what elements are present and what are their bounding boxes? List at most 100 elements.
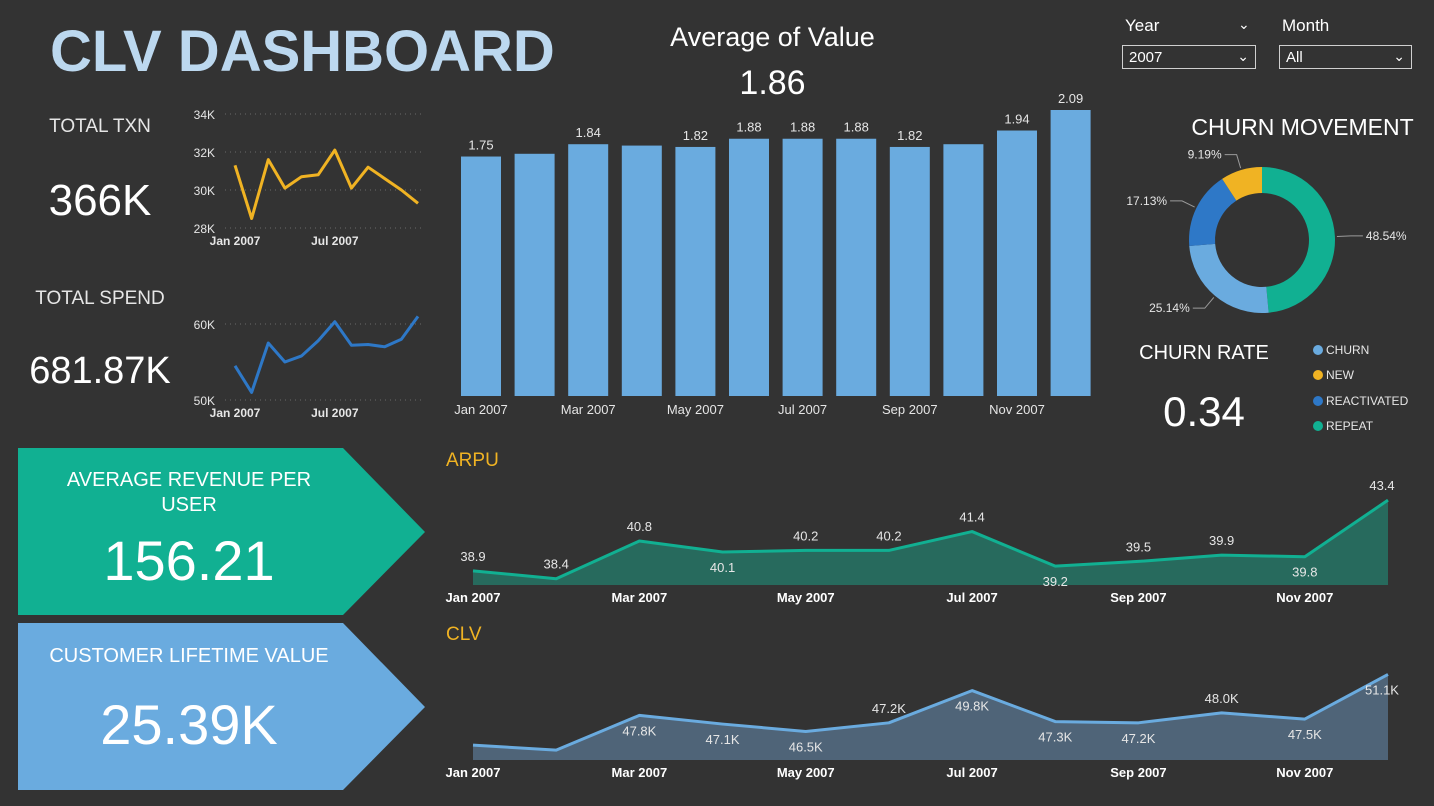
data-label: 39.8 <box>1292 565 1317 580</box>
clv-chart-title: CLV <box>446 624 482 645</box>
arpu-card-label: AVERAGE REVENUE PER USER <box>66 469 312 516</box>
legend-marker <box>1313 370 1323 380</box>
legend-marker <box>1313 345 1323 355</box>
avg-value-title: Average of Value <box>670 22 875 52</box>
slice-label: 9.19% <box>1188 150 1222 162</box>
churn-rate-value: 0.34 <box>1163 388 1245 435</box>
x-tick-label: Jul 2007 <box>311 234 359 248</box>
bar-data-label: 1.88 <box>790 120 815 135</box>
month-dropdown[interactable]: All ⌄ <box>1279 45 1412 69</box>
x-tick-label: Jan 2007 <box>446 590 501 605</box>
bar <box>568 144 609 396</box>
area-fill <box>473 500 1388 585</box>
total-txn-label: TOTAL TXN <box>49 116 151 137</box>
clv-card-value: 25.39K <box>100 693 278 756</box>
data-label: 49.8K <box>955 699 989 714</box>
bar <box>675 146 716 396</box>
legend-label: REACTIVATED <box>1326 394 1409 408</box>
legend-label: CHURN <box>1326 343 1370 357</box>
x-tick-label: Mar 2007 <box>561 402 616 417</box>
data-label: 38.9 <box>460 549 485 564</box>
legend-item-reactivated[interactable]: REACTIVATED <box>1313 394 1408 408</box>
x-tick-label: Nov 2007 <box>989 402 1045 417</box>
bar <box>514 153 555 396</box>
data-label: 47.1K <box>706 732 740 747</box>
x-tick-label: Mar 2007 <box>612 590 668 605</box>
churn-movement-donut: 48.54% 25.14% 17.13% 9.19% <box>1126 150 1407 315</box>
donut-slice <box>1189 243 1269 313</box>
chevron-down-icon: ⌄ <box>1393 48 1405 64</box>
data-label: 39.5 <box>1126 539 1151 554</box>
x-tick-label: Jul 2007 <box>778 402 827 417</box>
chevron-down-icon: ⌄ <box>1237 48 1249 64</box>
bar-data-label: 2.09 <box>1058 91 1083 106</box>
year-dropdown[interactable]: 2007 ⌄ <box>1122 45 1256 69</box>
data-label: 39.2 <box>1043 574 1068 589</box>
x-tick-label: Mar 2007 <box>612 765 668 780</box>
legend-item-new[interactable]: NEW <box>1313 368 1354 382</box>
bar <box>621 145 662 396</box>
year-collapse-icon[interactable]: ⌄ <box>1238 16 1250 33</box>
bar-data-label: 1.88 <box>736 120 761 135</box>
data-label: 47.8K <box>622 723 656 738</box>
data-label: 40.2 <box>876 528 901 543</box>
x-tick-label: Jan 2007 <box>210 406 261 420</box>
donut-slice <box>1262 167 1335 313</box>
month-slicer-label: Month <box>1282 16 1330 35</box>
x-tick-label: Nov 2007 <box>1276 590 1333 605</box>
total-spend-value: 681.87K <box>29 350 171 392</box>
data-label: 40.2 <box>793 528 818 543</box>
y-tick-label: 30K <box>194 184 215 198</box>
arpu-area-chart: 38.9 38.4 40.8 40.1 40.2 40.2 41.4 39.2 39.5 39.9… <box>446 478 1395 605</box>
leader-line <box>1170 200 1195 208</box>
y-tick-label: 34K <box>194 108 215 122</box>
bar <box>889 146 930 396</box>
series-line <box>233 315 420 394</box>
series-line <box>233 148 419 220</box>
data-label: 40.8 <box>627 519 652 534</box>
leader-line <box>1224 154 1242 169</box>
legend-label: REPEAT <box>1326 419 1374 433</box>
data-label: 40.1 <box>710 560 735 575</box>
month-dropdown-value: All <box>1286 49 1303 66</box>
arpu-card-value: 156.21 <box>103 529 275 592</box>
legend-marker <box>1313 396 1323 406</box>
x-tick-label: Nov 2007 <box>1276 765 1333 780</box>
bar-data-label: 1.94 <box>1004 112 1029 127</box>
bar <box>1050 110 1091 396</box>
bar-data-label: 1.84 <box>576 125 601 140</box>
slice-label: 48.54% <box>1366 229 1407 243</box>
legend-item-repeat[interactable]: REPEAT <box>1313 419 1373 433</box>
total-spend-label: TOTAL SPEND <box>35 288 165 309</box>
y-tick-label: 60K <box>194 318 215 332</box>
leader-line <box>1336 235 1363 238</box>
data-label: 41.4 <box>959 510 984 525</box>
x-tick-label: Jul 2007 <box>311 406 359 420</box>
legend-item-churn[interactable]: CHURN <box>1313 343 1369 357</box>
data-label: 47.2K <box>1121 731 1155 746</box>
churn-movement-title: CHURN MOVEMENT <box>1191 114 1414 140</box>
leader-line <box>1192 297 1215 309</box>
dashboard-title: CLV DASHBOARD <box>50 19 555 84</box>
bar <box>461 156 501 396</box>
x-tick-label: Sep 2007 <box>1110 590 1166 605</box>
slice-label: 17.13% <box>1126 194 1167 208</box>
x-tick-label: May 2007 <box>777 590 835 605</box>
data-label: 47.3K <box>1038 730 1072 745</box>
arpu-chart-title: ARPU <box>446 450 499 471</box>
data-label: 48.0K <box>1205 691 1239 706</box>
year-slicer-label: Year <box>1125 16 1160 35</box>
y-tick-label: 32K <box>194 146 215 160</box>
total-txn-value: 366K <box>48 176 152 225</box>
bar <box>729 138 769 396</box>
x-tick-label: Jan 2007 <box>454 402 508 417</box>
bar-data-label: 1.75 <box>468 138 493 153</box>
bar-data-label: 1.82 <box>683 128 708 143</box>
legend-label: NEW <box>1326 368 1354 382</box>
data-label: 51.1K <box>1365 682 1399 697</box>
data-label: 47.2K <box>872 701 906 716</box>
bar-data-label: 1.82 <box>897 128 922 143</box>
x-tick-label: Jul 2007 <box>946 765 997 780</box>
bar-data-label: 1.88 <box>844 120 869 135</box>
data-label: 38.4 <box>544 557 569 572</box>
